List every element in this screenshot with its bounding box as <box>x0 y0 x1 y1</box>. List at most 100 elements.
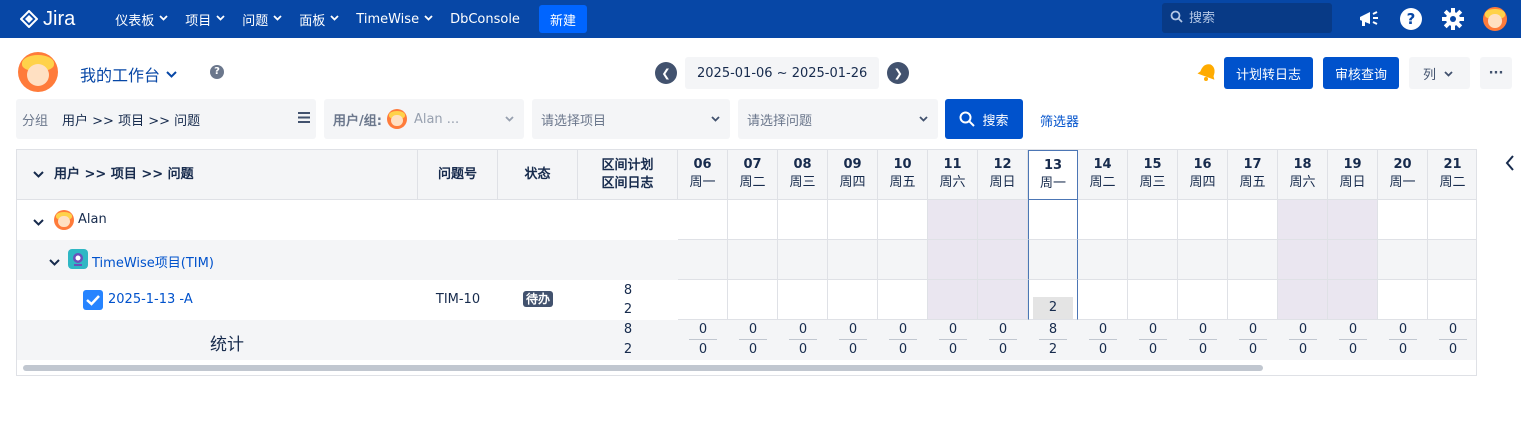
day-cell[interactable] <box>928 200 978 240</box>
day-cell[interactable] <box>978 280 1028 320</box>
day-log-total: 2 <box>1048 342 1058 357</box>
day-cell[interactable] <box>1178 280 1228 320</box>
workspace-selector[interactable]: 我的工作台 <box>80 62 177 86</box>
log-header-label: 区间日志 <box>601 175 654 191</box>
chevron-down-icon <box>505 114 514 125</box>
nav-item-4[interactable]: TimeWise <box>356 12 433 27</box>
chevron-down-icon[interactable] <box>49 255 60 270</box>
day-number: 10 <box>893 157 912 172</box>
plan-to-log-button[interactable]: 计划转日志 <box>1224 57 1314 89</box>
day-cell[interactable] <box>778 280 828 320</box>
day-cell[interactable] <box>1428 240 1476 280</box>
help-icon[interactable]: ? <box>1397 5 1425 33</box>
search-button[interactable]: 搜索 <box>945 99 1023 139</box>
day-cell[interactable] <box>1178 240 1228 280</box>
day-plan-total: 0 <box>1189 320 1217 340</box>
day-cell[interactable] <box>1128 200 1178 240</box>
day-cell[interactable] <box>878 200 928 240</box>
user-avatar[interactable] <box>1481 5 1509 33</box>
day-cell[interactable] <box>978 240 1028 280</box>
day-cell[interactable] <box>1228 200 1278 240</box>
day-cell[interactable] <box>928 280 978 320</box>
next-period-button[interactable]: ❯ <box>887 62 910 84</box>
project-selector[interactable]: 请选择项目 <box>532 99 730 139</box>
day-cell[interactable] <box>1278 200 1328 240</box>
horizontal-scrollbar[interactable] <box>23 365 1263 371</box>
global-search-input[interactable] <box>1189 10 1319 26</box>
nav-item-3[interactable]: 面板 <box>299 10 339 29</box>
nav-item-5[interactable]: DbConsole <box>450 12 520 27</box>
day-cell[interactable] <box>1378 240 1428 280</box>
day-cell[interactable] <box>778 200 828 240</box>
day-cell[interactable] <box>1328 200 1378 240</box>
notification-bell-icon[interactable] <box>1197 60 1219 86</box>
day-cell[interactable] <box>878 280 928 320</box>
day-cell[interactable] <box>1178 200 1228 240</box>
day-cell[interactable] <box>728 200 778 240</box>
day-cell[interactable] <box>1328 280 1378 320</box>
day-cell[interactable] <box>1428 280 1476 320</box>
day-cell[interactable] <box>878 240 928 280</box>
day-cell[interactable] <box>678 280 728 320</box>
project-name[interactable]: TimeWise项目(TIM) <box>92 252 214 271</box>
day-cell[interactable] <box>1078 200 1128 240</box>
nav-item-label: 问题 <box>242 13 269 29</box>
user-group-selector[interactable]: 用户/组: Alan ... <box>324 99 524 139</box>
columns-dropdown[interactable]: 列 <box>1409 57 1470 89</box>
issue-key[interactable]: TIM-10 <box>418 292 498 307</box>
day-cell[interactable] <box>678 240 728 280</box>
issue-summary-link[interactable]: 2025-1-13 -A <box>108 292 193 307</box>
audit-query-button[interactable]: 审核查询 <box>1323 57 1400 89</box>
user-avatar <box>54 210 74 230</box>
filters-link[interactable]: 筛选器 <box>1040 111 1079 130</box>
jira-logo[interactable]: Jira <box>20 8 75 31</box>
global-search[interactable] <box>1162 3 1332 33</box>
gear-icon[interactable] <box>1439 5 1467 33</box>
day-cell[interactable] <box>1078 280 1128 320</box>
day-cell[interactable]: 2 <box>1028 280 1078 320</box>
day-log-value: 2 <box>1033 297 1073 319</box>
chevron-down-icon[interactable] <box>33 215 44 230</box>
day-cell[interactable] <box>728 240 778 280</box>
chevron-left-icon[interactable] <box>1505 155 1515 175</box>
day-cell[interactable] <box>828 200 878 240</box>
nav-item-2[interactable]: 问题 <box>242 10 282 29</box>
day-cell[interactable] <box>1378 200 1428 240</box>
user-name[interactable]: Alan <box>78 212 107 227</box>
day-cell[interactable] <box>1128 240 1178 280</box>
day-cell[interactable] <box>978 200 1028 240</box>
nav-item-1[interactable]: 项目 <box>185 10 225 29</box>
day-column-header: 12 周日 <box>978 150 1028 200</box>
day-plan-total: 0 <box>839 320 867 340</box>
day-cell[interactable] <box>1278 240 1328 280</box>
issue-selector[interactable]: 请选择问题 <box>738 99 938 139</box>
day-cell[interactable] <box>1278 280 1328 320</box>
menu-icon[interactable] <box>298 112 310 127</box>
date-range-display[interactable]: 2025-01-06 ~ 2025-01-26 <box>685 57 880 89</box>
megaphone-icon[interactable] <box>1355 5 1383 33</box>
day-cell[interactable] <box>1328 240 1378 280</box>
day-cell[interactable] <box>1078 240 1128 280</box>
day-cell[interactable] <box>1128 280 1178 320</box>
chevron-down-icon[interactable] <box>33 171 44 178</box>
group-by-selector[interactable]: 分组 用户 >> 项目 >> 问题 <box>16 99 316 139</box>
day-cell[interactable] <box>928 240 978 280</box>
nav-item-0[interactable]: 仪表板 <box>115 10 168 29</box>
help-question-icon[interactable]: ? <box>210 65 224 79</box>
day-cell[interactable] <box>1228 280 1278 320</box>
day-cell[interactable] <box>1228 240 1278 280</box>
previous-period-button[interactable]: ❮ <box>655 62 677 84</box>
day-cell[interactable] <box>828 240 878 280</box>
day-cell[interactable] <box>1028 200 1078 240</box>
create-button[interactable]: 新建 <box>538 5 587 33</box>
more-actions-button[interactable]: ··· <box>1480 57 1512 89</box>
day-cell[interactable] <box>1028 240 1078 280</box>
plan-log-header: 区间计划 区间日志 <box>578 150 678 200</box>
day-log-total: 0 <box>1398 342 1408 357</box>
day-cell[interactable] <box>828 280 878 320</box>
day-cell[interactable] <box>678 200 728 240</box>
day-cell[interactable] <box>1378 280 1428 320</box>
day-cell[interactable] <box>1428 200 1476 240</box>
day-cell[interactable] <box>728 280 778 320</box>
day-cell[interactable] <box>778 240 828 280</box>
